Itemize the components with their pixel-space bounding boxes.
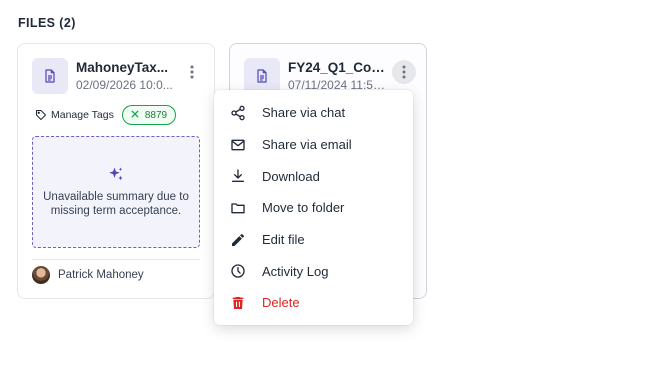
more-options-button[interactable] bbox=[180, 60, 204, 84]
tag-chip: 8879 bbox=[121, 105, 177, 125]
more-options-button[interactable] bbox=[392, 60, 416, 84]
menu-item-move-folder[interactable]: Move to folder bbox=[214, 192, 413, 224]
remove-tag-icon[interactable] bbox=[131, 109, 139, 121]
menu-item-label: Share via email bbox=[262, 137, 352, 153]
menu-item-activity-log[interactable]: Activity Log bbox=[214, 255, 413, 287]
pencil-icon bbox=[229, 231, 247, 249]
menu-item-edit-file[interactable]: Edit file bbox=[214, 224, 413, 256]
menu-item-label: Download bbox=[262, 168, 320, 184]
owner-name: Patrick Mahoney bbox=[58, 269, 144, 281]
mail-icon bbox=[229, 136, 247, 154]
menu-item-download[interactable]: Download bbox=[214, 160, 413, 192]
files-section-title: FILES (2) bbox=[18, 16, 76, 30]
file-header: MahoneyTax... 02/09/2026 10:0... bbox=[32, 58, 200, 94]
owner-row: Patrick Mahoney bbox=[32, 266, 144, 284]
tag-label: 8879 bbox=[144, 109, 168, 121]
summary-text: Unavailable summary due to missing term … bbox=[43, 191, 189, 217]
kebab-icon bbox=[190, 65, 194, 79]
file-actions-menu: Share via chat Share via email Download … bbox=[214, 90, 413, 325]
kebab-icon bbox=[402, 65, 406, 79]
menu-item-label: Delete bbox=[262, 295, 300, 311]
file-name[interactable]: MahoneyTax... bbox=[76, 60, 176, 75]
file-name[interactable]: FY24_Q1_Con... bbox=[288, 60, 388, 75]
divider bbox=[32, 259, 200, 260]
sparkle-icon bbox=[109, 167, 123, 181]
summary-box: Unavailable summary due to missing term … bbox=[32, 136, 200, 248]
document-icon bbox=[32, 58, 68, 94]
menu-item-label: Edit file bbox=[262, 232, 305, 248]
menu-item-share-email[interactable]: Share via email bbox=[214, 129, 413, 161]
manage-tags-label: Manage Tags bbox=[51, 109, 114, 121]
clock-icon bbox=[229, 262, 247, 280]
trash-icon bbox=[229, 294, 247, 312]
file-date: 02/09/2026 10:0... bbox=[76, 78, 173, 92]
menu-item-label: Move to folder bbox=[262, 200, 345, 216]
download-icon bbox=[229, 167, 247, 185]
tags-row: Manage Tags 8879 bbox=[35, 105, 177, 125]
document-icon bbox=[244, 58, 280, 94]
file-header: FY24_Q1_Con... 07/11/2024 11:50... bbox=[244, 58, 416, 94]
file-card[interactable]: MahoneyTax... 02/09/2026 10:0... Manage … bbox=[17, 43, 215, 299]
tag-icon bbox=[36, 110, 46, 120]
menu-item-share-chat[interactable]: Share via chat bbox=[214, 97, 413, 129]
share-icon bbox=[229, 104, 247, 122]
folder-icon bbox=[229, 199, 247, 217]
menu-item-delete[interactable]: Delete bbox=[214, 287, 413, 319]
menu-item-label: Share via chat bbox=[262, 105, 346, 121]
menu-item-label: Activity Log bbox=[262, 263, 329, 279]
avatar bbox=[32, 266, 50, 284]
manage-tags-button[interactable]: Manage Tags bbox=[35, 109, 114, 121]
